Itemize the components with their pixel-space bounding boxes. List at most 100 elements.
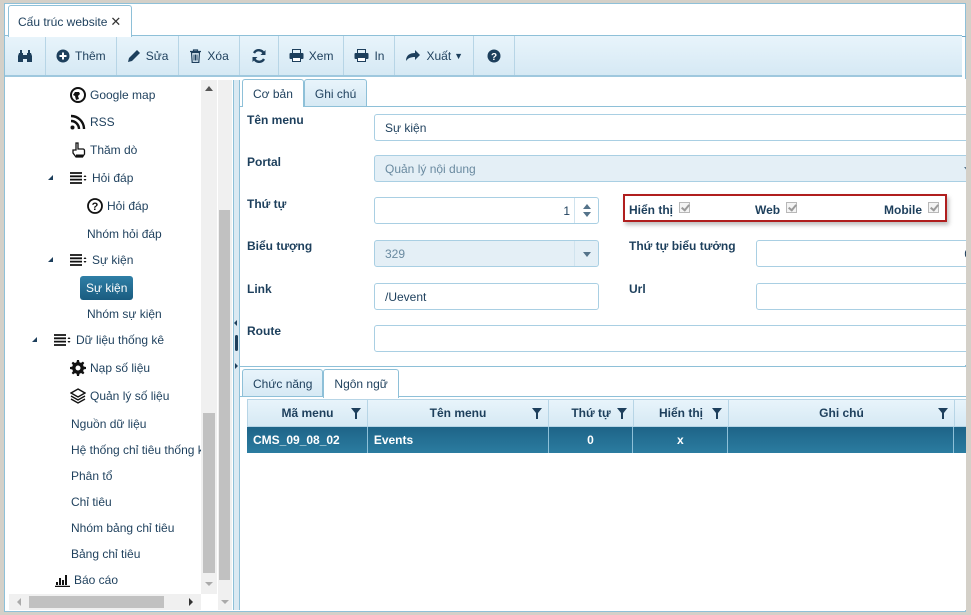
tree-item-su-kien-selected[interactable]: Sự kiện bbox=[80, 276, 134, 300]
export-button[interactable]: Xuất ▼ bbox=[395, 36, 475, 75]
edit-button[interactable]: Sửa bbox=[117, 36, 180, 75]
scroll-left-arrow[interactable] bbox=[17, 598, 21, 606]
cell-extra bbox=[954, 427, 966, 453]
question-icon: ? bbox=[487, 49, 501, 63]
panel-splitter[interactable] bbox=[233, 80, 240, 610]
tree-item-du-lieu-thong-ke[interactable]: Dữ liệu thống kê bbox=[54, 330, 164, 350]
hand-pointer-icon bbox=[72, 142, 86, 158]
thu-tu-bieu-tuong-label: Thứ tự biểu tưởng bbox=[629, 239, 736, 253]
delete-label: Xóa bbox=[207, 48, 229, 63]
filter-icon[interactable] bbox=[617, 408, 627, 419]
print-button[interactable]: In bbox=[344, 36, 396, 75]
tab-ghi-chu[interactable]: Ghi chú bbox=[303, 79, 368, 106]
scroll-thumb[interactable] bbox=[219, 210, 230, 580]
tree-item-rss[interactable]: RSS bbox=[70, 112, 115, 132]
splitter-grip[interactable] bbox=[235, 335, 238, 351]
tree-item-su-kien-group[interactable]: Sự kiện bbox=[70, 250, 133, 270]
tab-chuc-nang[interactable]: Chức năng bbox=[242, 369, 324, 397]
route-input[interactable] bbox=[374, 325, 971, 352]
expand-toggle[interactable] bbox=[32, 337, 37, 342]
table-row[interactable]: CMS_09_08_02 Events 0 x bbox=[247, 427, 966, 453]
help-button[interactable]: ? bbox=[474, 36, 516, 75]
tree-item-he-thong-chi-tieu[interactable]: Hệ thống chỉ tiêu thống kê bbox=[71, 440, 201, 460]
column-header-ghi-chu[interactable]: Ghi chú bbox=[729, 400, 955, 426]
chevron-down-icon bbox=[583, 252, 591, 257]
checkbox-checked-icon[interactable] bbox=[928, 201, 939, 213]
dropdown-button[interactable] bbox=[574, 241, 598, 266]
tree-item-nguon-du-lieu[interactable]: Nguồn dữ liệu bbox=[71, 414, 146, 434]
scroll-down-arrow[interactable] bbox=[205, 582, 213, 586]
mobile-checkbox[interactable]: Mobile bbox=[884, 201, 939, 217]
tree-item-label: Bảng chỉ tiêu bbox=[71, 547, 141, 561]
tree-item-google-map[interactable]: Google map bbox=[70, 85, 155, 105]
tree-item-hoi-dap-group[interactable]: Hỏi đáp bbox=[70, 168, 133, 188]
tree-item-phan-to[interactable]: Phân tổ bbox=[71, 466, 112, 486]
panel-vertical-scrollbar[interactable] bbox=[218, 80, 232, 610]
tree-item-label: Hỏi đáp bbox=[107, 199, 149, 213]
scroll-right-arrow[interactable] bbox=[189, 598, 193, 606]
tree-item-tham-do[interactable]: Thăm dò bbox=[70, 140, 137, 160]
column-title: Mã menu bbox=[281, 406, 334, 420]
view-button[interactable]: Xem bbox=[279, 36, 345, 75]
column-header-ma-menu[interactable]: Mã menu bbox=[247, 400, 368, 426]
tree-item-nhom-su-kien[interactable]: Nhóm sự kiện bbox=[87, 304, 162, 324]
tree-item-bao-cao[interactable]: Báo cáo bbox=[54, 570, 118, 590]
hien-thi-label: Hiển thị bbox=[629, 203, 673, 217]
tree-item-nhom-hoi-dap[interactable]: Nhóm hỏi đáp bbox=[87, 224, 162, 244]
search-button[interactable] bbox=[5, 36, 46, 75]
cell-hien-thi: x bbox=[633, 427, 729, 453]
url-input[interactable] bbox=[756, 283, 971, 310]
filter-icon[interactable] bbox=[712, 408, 722, 419]
column-header-thu-tu[interactable]: Thứ tự bbox=[549, 400, 634, 426]
plus-circle-icon bbox=[56, 49, 70, 62]
web-checkbox[interactable]: Web bbox=[755, 201, 798, 217]
refresh-button[interactable] bbox=[240, 36, 279, 75]
filter-icon[interactable] bbox=[351, 408, 361, 419]
tree-item-quan-ly-so-lieu[interactable]: Quản lý số liệu bbox=[70, 386, 169, 406]
filter-icon[interactable] bbox=[532, 408, 542, 419]
expand-toggle[interactable] bbox=[48, 257, 53, 262]
decrement-icon[interactable] bbox=[583, 212, 591, 217]
trash-icon bbox=[190, 48, 202, 63]
cell-ten-menu: Events bbox=[368, 427, 549, 453]
tree-vertical-scrollbar[interactable] bbox=[201, 80, 217, 594]
delete-button[interactable]: Xóa bbox=[179, 36, 240, 75]
link-input[interactable]: /Uevent bbox=[374, 283, 599, 310]
filter-icon[interactable] bbox=[938, 408, 948, 419]
tab-co-ban[interactable]: Cơ bản bbox=[242, 79, 304, 107]
tab-ngon-ngu[interactable]: Ngôn ngữ bbox=[323, 369, 399, 398]
hien-thi-checkbox[interactable]: Hiển thị bbox=[629, 201, 690, 217]
column-header-ten-menu[interactable]: Tên menu bbox=[368, 400, 549, 426]
thu-tu-input[interactable]: 1 bbox=[374, 197, 599, 224]
print-icon bbox=[354, 49, 369, 62]
checkbox-checked-icon[interactable] bbox=[679, 201, 690, 213]
thu-tu-bieu-tuong-input[interactable]: 0 bbox=[756, 240, 971, 267]
tree-horizontal-scrollbar[interactable] bbox=[9, 594, 201, 610]
lower-panel: Chức năng Ngôn ngữ Mã menu Tên menu Thứ … bbox=[240, 366, 966, 610]
increment-icon[interactable] bbox=[583, 204, 591, 209]
bieu-tuong-select[interactable]: 329 bbox=[374, 240, 599, 267]
ten-menu-input[interactable]: Sự kiện bbox=[374, 114, 971, 141]
close-icon[interactable]: ✕ bbox=[110, 14, 121, 29]
tree-item-nap-so-lieu[interactable]: Nạp số liệu bbox=[70, 358, 150, 378]
checkbox-checked-icon[interactable] bbox=[786, 201, 798, 213]
tree-item-hoi-dap[interactable]: ? Hỏi đáp bbox=[87, 196, 148, 216]
question-circle-icon: ? bbox=[87, 198, 103, 214]
column-header-hien-thi[interactable]: Hiển thị bbox=[634, 400, 729, 426]
tree-item-nhom-bang-chi-tieu[interactable]: Nhóm bảng chỉ tiêu bbox=[71, 518, 174, 538]
tree-item-chi-tieu[interactable]: Chỉ tiêu bbox=[71, 492, 112, 512]
tab-cau-truc-website[interactable]: Cấu trúc website ✕ bbox=[8, 5, 132, 37]
portal-select[interactable]: Quản lý nội dung bbox=[374, 155, 971, 182]
scroll-thumb[interactable] bbox=[29, 596, 164, 608]
scroll-thumb[interactable] bbox=[203, 413, 215, 573]
collapse-right-icon[interactable] bbox=[235, 363, 238, 369]
tree-item-label: Báo cáo bbox=[74, 573, 119, 587]
thu-tu-stepper[interactable] bbox=[574, 198, 598, 223]
scroll-down-arrow[interactable] bbox=[221, 600, 229, 604]
tree-item-label: Hệ thống chỉ tiêu thống kê bbox=[71, 443, 201, 457]
tree-item-bang-chi-tieu[interactable]: Bảng chỉ tiêu bbox=[71, 544, 140, 564]
add-button[interactable]: Thêm bbox=[46, 36, 117, 75]
scroll-up-arrow[interactable] bbox=[205, 86, 213, 91]
expand-toggle[interactable] bbox=[48, 175, 53, 180]
collapse-left-icon[interactable] bbox=[234, 320, 237, 326]
